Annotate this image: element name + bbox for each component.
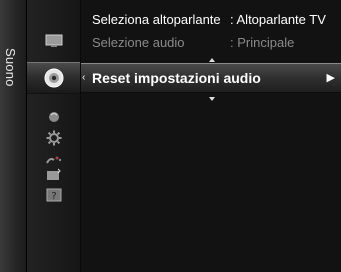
audio-select-label: Selezione audio bbox=[92, 35, 185, 50]
tv-menu-screen: Suono ? Seleziona altoparlante: Altopar… bbox=[0, 0, 341, 272]
channel-menu-icon[interactable] bbox=[27, 108, 80, 126]
menu-icon-column: ? bbox=[27, 0, 80, 272]
svg-text:?: ? bbox=[51, 191, 56, 202]
reset-sound-row[interactable]: ‹ Reset impostazioni audio ▶ bbox=[81, 63, 341, 93]
speaker-select-row[interactable]: Seleziona altoparlante : Altoparlante TV bbox=[81, 10, 341, 30]
picture-menu-icon[interactable] bbox=[27, 28, 80, 54]
setup-menu-icon[interactable] bbox=[27, 128, 80, 148]
scroll-up-indicator bbox=[209, 58, 215, 62]
scroll-down-indicator bbox=[209, 97, 215, 101]
support-menu-icon[interactable]: ? bbox=[27, 184, 80, 206]
right-arrow-icon: ▶ bbox=[326, 72, 335, 84]
audio-select-row: Selezione audio : Principale bbox=[81, 33, 341, 53]
application-menu-icon[interactable] bbox=[27, 164, 80, 186]
reset-sound-label: Reset impostazioni audio bbox=[92, 70, 261, 86]
category-tab: Suono bbox=[0, 0, 27, 272]
audio-select-value: : Principale bbox=[230, 35, 295, 50]
speaker-select-value: : Altoparlante TV bbox=[230, 12, 326, 27]
speaker-select-label: Seleziona altoparlante bbox=[92, 12, 221, 27]
left-arrow-icon: ‹ bbox=[82, 72, 86, 83]
category-label: Suono bbox=[3, 48, 18, 87]
sound-menu-icon[interactable] bbox=[27, 62, 80, 94]
menu-content-pane: Seleziona altoparlante : Altoparlante TV… bbox=[81, 0, 341, 272]
